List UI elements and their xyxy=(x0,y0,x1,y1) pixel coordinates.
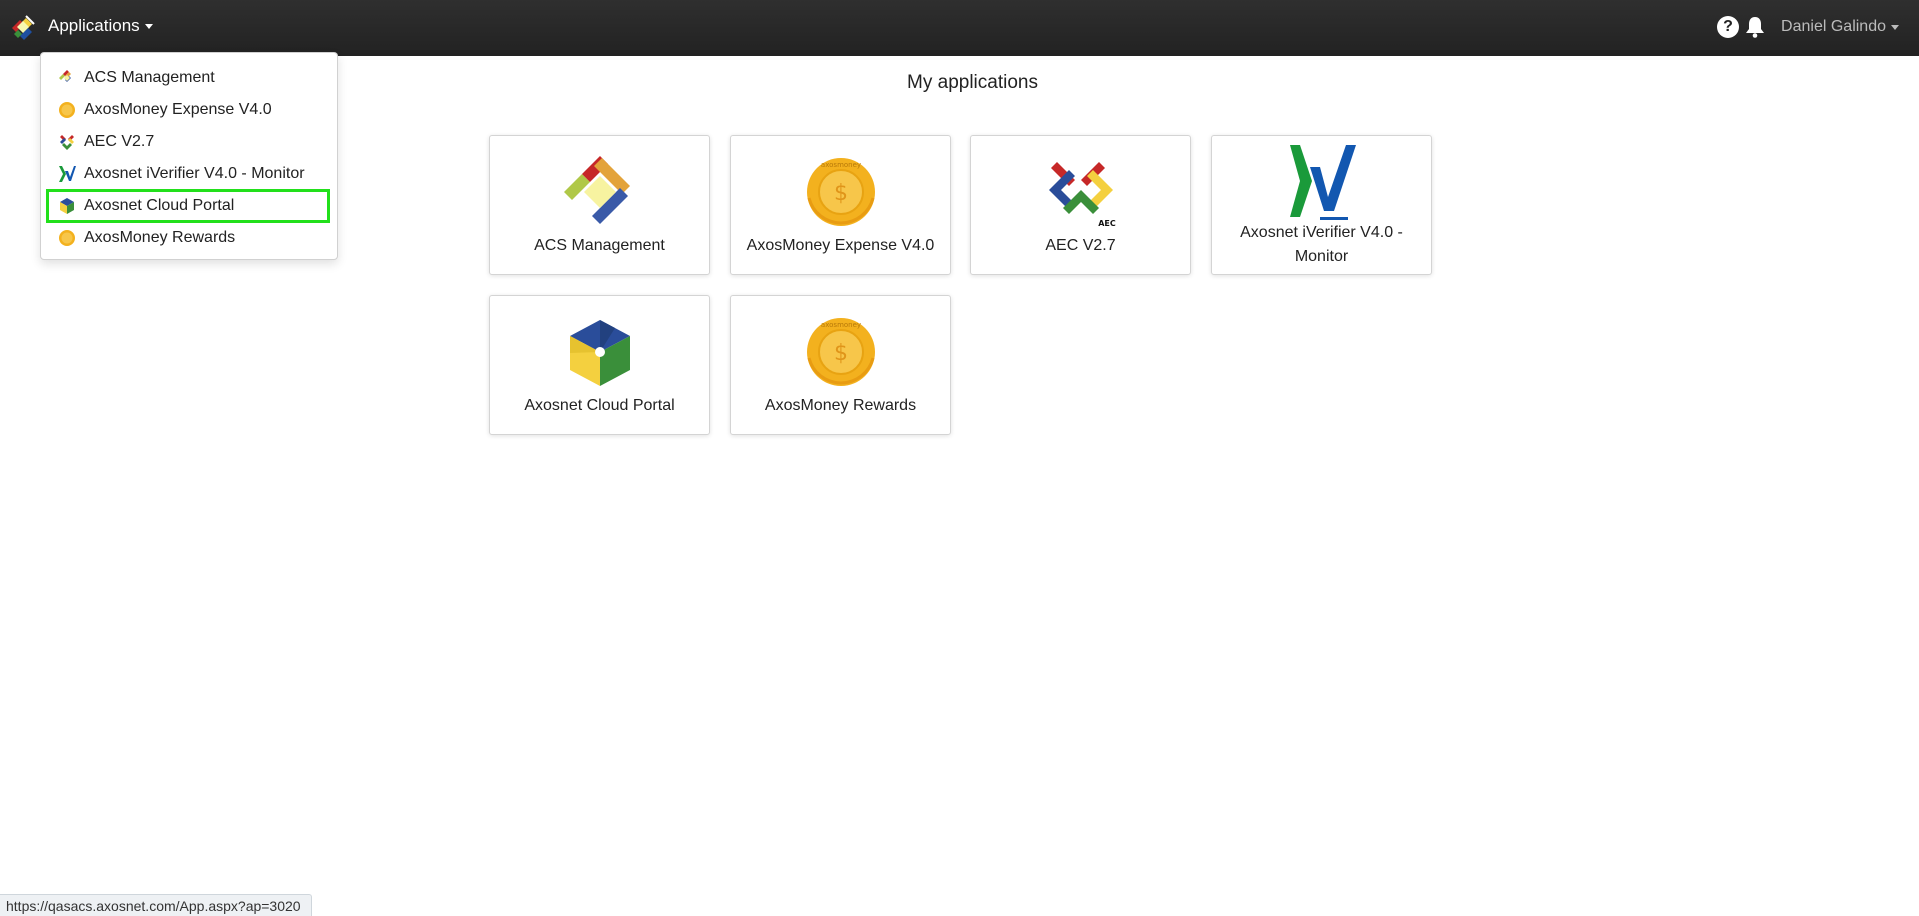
aec-badge: AEC xyxy=(1098,219,1116,228)
app-card-label: AxosMoney Expense V4.0 xyxy=(746,237,935,254)
coin-text: axosmoney xyxy=(820,161,860,169)
coin-text: axosmoney xyxy=(820,321,860,329)
axosmoney-coin-icon: axosmoney $ xyxy=(806,318,875,386)
app-card-iverifier-monitor[interactable]: Axosnet iVerifier V4.0 - Monitor xyxy=(1211,135,1432,275)
app-card-label: AEC V2.7 xyxy=(1045,237,1116,254)
app-card-aec[interactable]: AEC AEC V2.7 xyxy=(970,135,1191,275)
app-card-axosmoney-rewards[interactable]: axosmoney $ AxosMoney Rewards xyxy=(730,295,951,435)
cube-icon xyxy=(60,198,74,214)
coin-symbol: $ xyxy=(834,181,848,206)
dropdown-item-axosmoney-expense[interactable]: AxosMoney Expense V4.0 xyxy=(41,94,337,126)
dropdown-item-axosmoney-rewards[interactable]: AxosMoney Rewards xyxy=(41,222,337,254)
bell-icon[interactable] xyxy=(1745,16,1765,38)
aec-icon xyxy=(60,135,74,150)
dropdown-item-label: Axosnet Cloud Portal xyxy=(84,197,235,214)
iverifier-logo-icon xyxy=(1289,145,1356,220)
iverifier-icon xyxy=(59,166,76,182)
navbar-right: ? Daniel Galindo xyxy=(1717,16,1899,38)
dropdown-item-label: AxosMoney Rewards xyxy=(84,229,236,246)
dropdown-item-iverifier-monitor[interactable]: Axosnet iVerifier V4.0 - Monitor xyxy=(41,158,337,190)
coin-icon xyxy=(59,230,75,246)
caret-down-icon xyxy=(144,23,153,29)
applications-menu-label: Applications xyxy=(48,16,140,35)
aec-logo-icon: AEC xyxy=(1048,162,1116,228)
axosmoney-coin-icon: axosmoney $ xyxy=(806,158,875,226)
app-card-cloud-portal[interactable]: Axosnet Cloud Portal xyxy=(489,295,710,435)
app-card-label: ACS Management xyxy=(534,237,665,254)
app-card-label: Axosnet iVerifier V4.0 - Monitor xyxy=(1240,224,1403,265)
brand-logo-icon[interactable] xyxy=(8,14,36,42)
dropdown-item-label: Axosnet iVerifier V4.0 - Monitor xyxy=(84,165,305,182)
page-title: My applications xyxy=(907,72,1038,93)
dropdown-item-label: AEC V2.7 xyxy=(84,133,155,150)
dropdown-item-cloud-portal[interactable]: Axosnet Cloud Portal xyxy=(46,189,330,223)
cloud-portal-cube-icon xyxy=(569,320,630,386)
user-menu-toggle[interactable]: Daniel Galindo xyxy=(1781,18,1899,36)
caret-down-icon xyxy=(1891,24,1899,30)
user-name-label: Daniel Galindo xyxy=(1781,18,1886,35)
status-url: https://qasacs.axosnet.com/App.aspx?ap=3… xyxy=(6,897,301,914)
coin-symbol: $ xyxy=(834,341,848,366)
app-card-label: Axosnet Cloud Portal xyxy=(524,397,675,414)
top-navbar: Applications ? Daniel Galindo xyxy=(0,0,1919,56)
app-card-axosmoney-expense[interactable]: axosmoney $ AxosMoney Expense V4.0 xyxy=(730,135,951,275)
coin-icon xyxy=(59,102,75,118)
dropdown-item-label: AxosMoney Expense V4.0 xyxy=(84,101,272,118)
help-icon[interactable]: ? xyxy=(1717,16,1740,38)
dropdown-item-aec[interactable]: AEC V2.7 xyxy=(41,126,337,158)
app-card-label: AxosMoney Rewards xyxy=(764,397,917,414)
applications-menu-toggle[interactable]: Applications xyxy=(48,16,153,36)
browser-status-bar: https://qasacs.axosnet.com/App.aspx?ap=3… xyxy=(0,894,312,916)
app-card-acs-management[interactable]: ACS Management xyxy=(489,135,710,275)
acs-logo-icon xyxy=(563,156,630,224)
